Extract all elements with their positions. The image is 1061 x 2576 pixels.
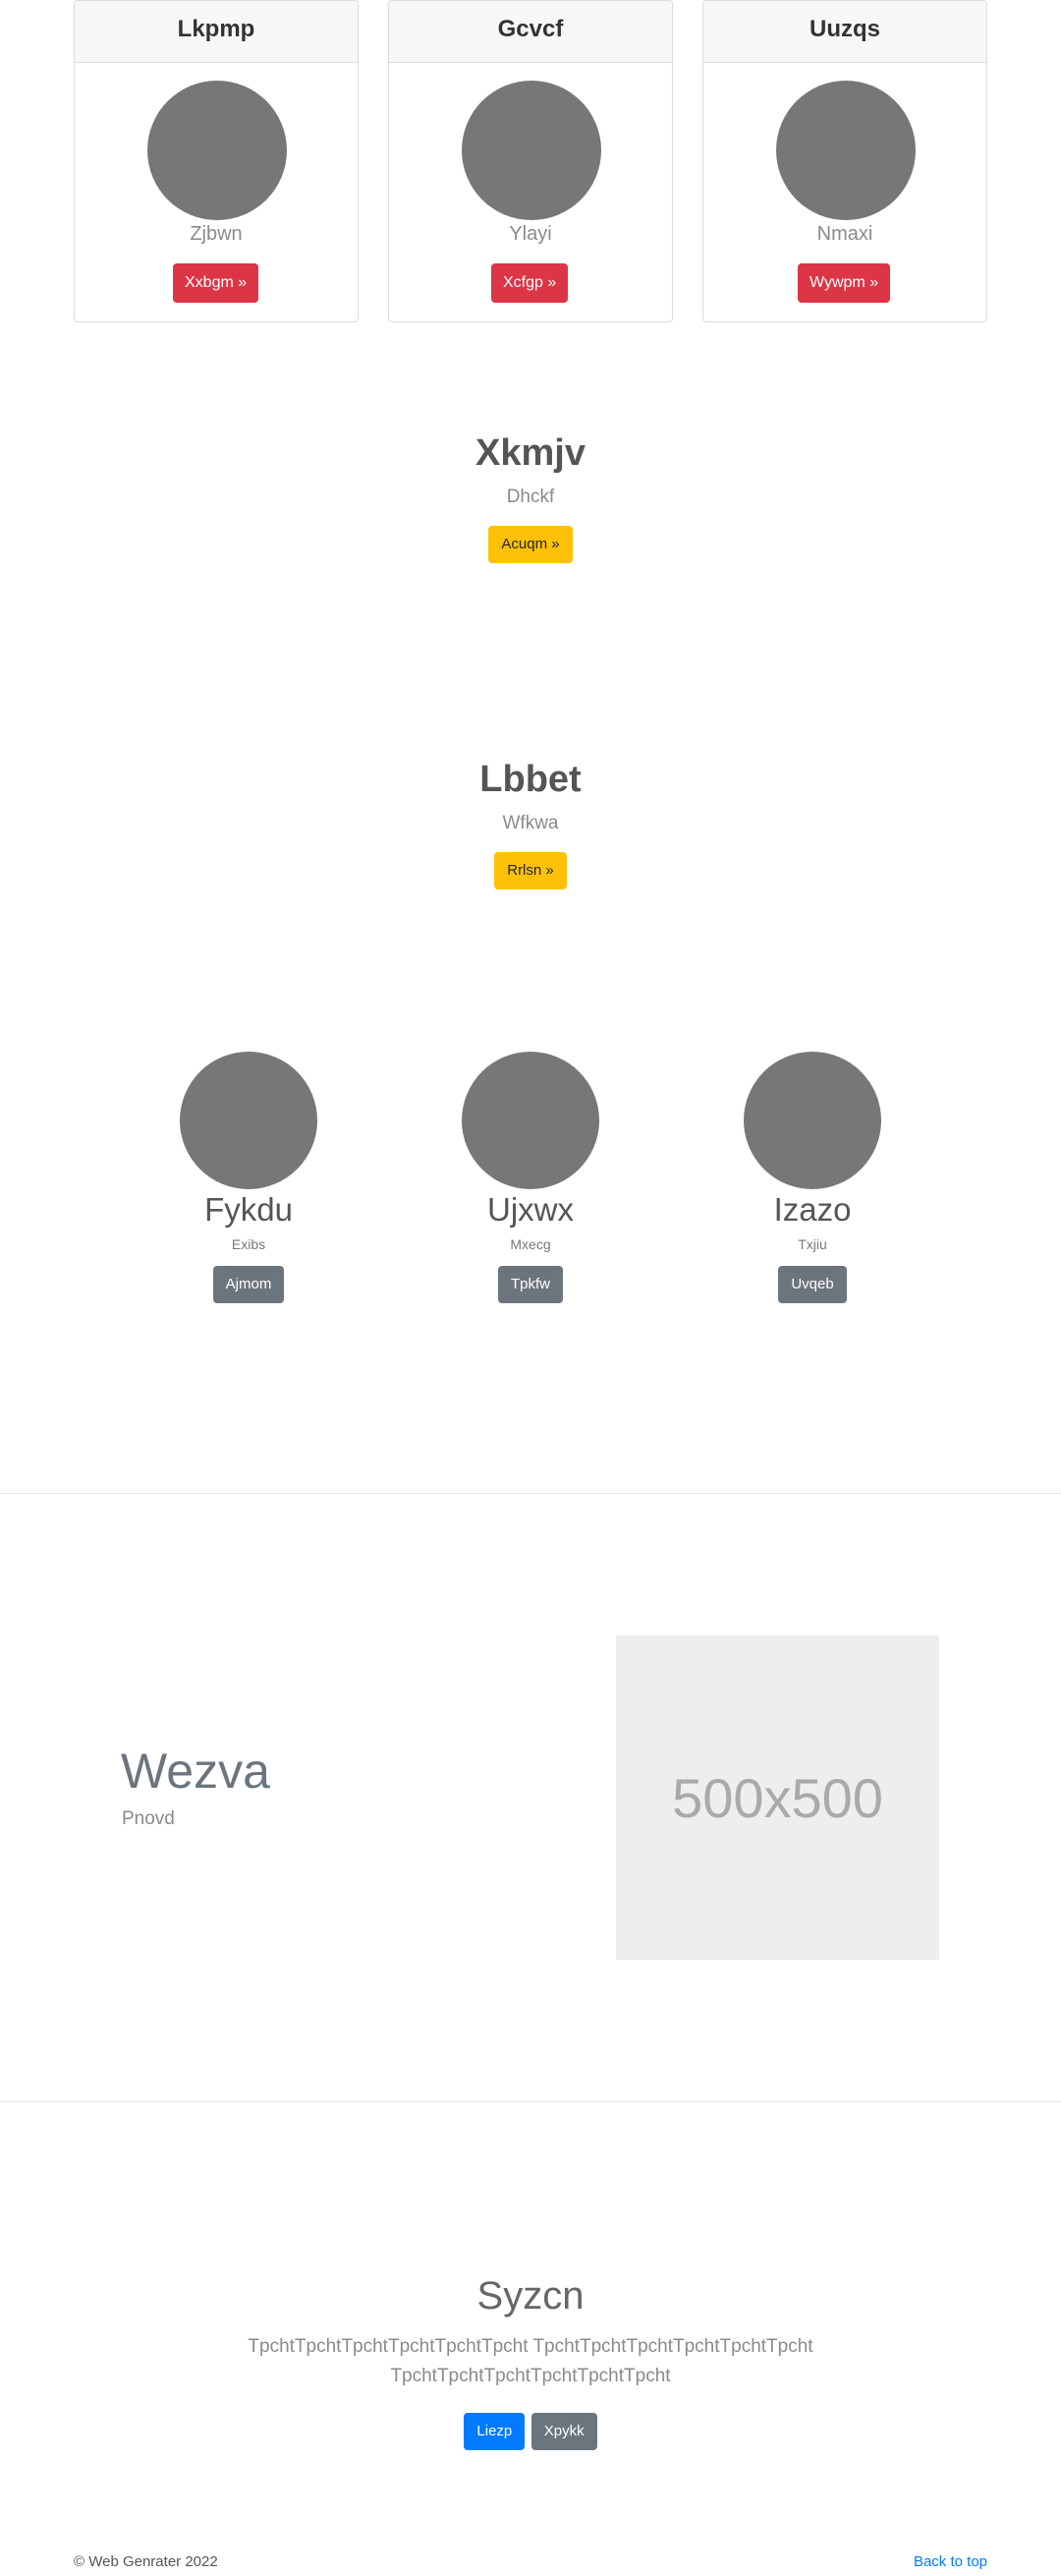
card-button[interactable]: Xxbgm » [173,263,259,303]
person-name: Ujxwx [487,1191,574,1228]
card-subtitle: Nmaxi [816,223,873,245]
hero-button[interactable]: Acuqm » [488,526,573,563]
avatar-placeholder [776,81,916,220]
card-2: Gcvcf Ylayi Xcfgp » [388,0,673,322]
card-subtitle: Ylayi [509,223,552,245]
secondary-button[interactable]: Xpykk [530,2413,597,2450]
footer-copyright: © Web Genrater 2022 [74,2553,218,2570]
person-item-2: Ujxwx Mxecg Tpkfw [422,1052,639,1303]
person-subtitle: Exibs [231,1236,266,1252]
person-subtitle: Mxecg [510,1236,551,1252]
person-button[interactable]: Uvqeb [778,1266,847,1303]
avatar-placeholder [180,1052,317,1189]
section-title: Syzcn [476,2274,585,2318]
hero-subtitle: Dhckf [506,487,555,507]
person-name: Fykdu [204,1191,293,1228]
card-button[interactable]: Wywpm » [798,263,891,303]
avatar-placeholder [744,1052,881,1189]
person-subtitle: Txjiu [798,1236,827,1252]
section-text: TpchtTpchtTpchtTpchtTpchtTpcht TpchtTpch… [248,2336,813,2386]
person-item-3: Izazo Txjiu Uvqeb [704,1052,921,1303]
card-title: Gcvcf [389,1,672,63]
hero-subtitle: Wfkwa [502,813,559,833]
feature-subtitle: Pnovd [122,1808,175,1829]
card-subtitle: Zjbwn [190,223,243,245]
hero-section-1: Xkmjv Dhckf Acuqm » [0,432,1061,563]
primary-button[interactable]: Liezp [464,2413,526,2450]
avatar-placeholder [147,81,287,220]
feature-title: Wezva [121,1744,270,1799]
person-button[interactable]: Tpkfw [497,1266,563,1303]
card-title: Lkpmp [75,1,358,63]
person-item-1: Fykdu Exibs Ajmom [140,1052,357,1303]
section-divider [0,1493,1061,1494]
avatar-placeholder [462,1052,599,1189]
hero-button[interactable]: Rrlsn » [494,852,567,889]
card-title: Uuzqs [703,1,986,63]
section-divider [0,2101,1061,2102]
card-group: Lkpmp Zjbwn Xxbgm » Gcvcf Ylayi Xcfgp » … [74,0,987,322]
back-to-top-link[interactable]: Back to top [914,2553,987,2570]
person-name: Izazo [773,1191,852,1228]
placeholder-image: 500x500 [616,1635,939,1960]
button-group: Liezp Xpykk [0,2413,1061,2450]
hero-section-2: Lbbet Wfkwa Rrlsn » [0,759,1061,889]
person-button[interactable]: Ajmom [212,1266,285,1303]
hero-title: Lbbet [479,759,582,800]
hero-title: Xkmjv [475,432,586,474]
card-1: Lkpmp Zjbwn Xxbgm » [74,0,359,322]
card-button[interactable]: Xcfgp » [491,263,569,303]
placeholder-image-label: 500x500 [672,1766,883,1829]
avatar-placeholder [462,81,601,220]
card-3: Uuzqs Nmaxi Wywpm » [702,0,987,322]
